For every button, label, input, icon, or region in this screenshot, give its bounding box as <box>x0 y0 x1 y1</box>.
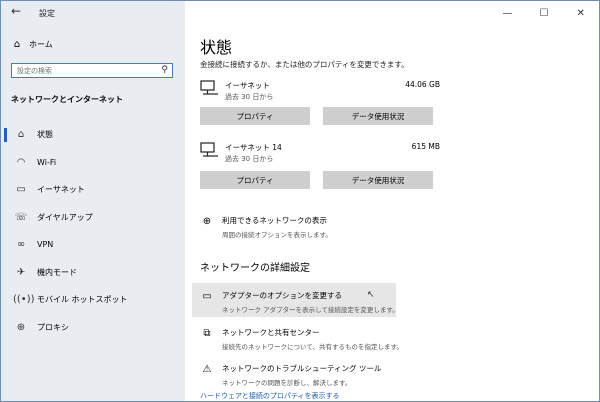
vpn-icon: ∞ <box>16 239 26 251</box>
home-label: ホーム <box>29 40 53 49</box>
connection-period: 過去 30 日から <box>225 155 274 163</box>
network-globe-icon: ⊕ <box>202 216 212 227</box>
sharing-center-link[interactable]: ⧉ ネットワークと共有センター 接続先のネットワークについて、共有するものを指定… <box>200 327 403 351</box>
app-title: 設定 <box>39 9 55 18</box>
connection-size: 44.06 GB <box>405 80 440 89</box>
sharing-center-icon: ⧉ <box>203 328 211 339</box>
connection-period: 過去 30 日から <box>225 93 274 101</box>
data-usage-button[interactable]: データ使用状況 <box>323 107 433 125</box>
globe-icon: ⊕ <box>16 321 26 333</box>
main-content: — ☐ ✕ 状態 金接続に接続するか、または他のプロパティを変更できます。 イー… <box>186 1 599 401</box>
link-desc: ネットワーク アダプターを表示して接続設定を変更します。 <box>222 306 399 314</box>
nav-home[interactable]: ⌂ ホーム <box>11 39 53 50</box>
back-arrow-icon[interactable]: ← <box>11 4 21 18</box>
connection-size: 615 MB <box>411 142 440 151</box>
troubleshooter-link[interactable]: ⚠ ネットワークのトラブルシューティング ツール ネットワークの問題を診断し、解… <box>200 363 382 387</box>
link-desc: 接続先のネットワークについて、共有するものを指定します。 <box>222 343 403 351</box>
sidebar: ← 設定 ⌂ ホーム ⚲ ネットワークとインターネット ⌂ 状態 ◠ Wi-Fi… <box>1 1 185 401</box>
sidebar-item-wifi[interactable]: ◠ Wi-Fi <box>1 149 185 177</box>
minimize-button[interactable]: — <box>492 8 522 19</box>
hotspot-icon: ((•)) <box>13 294 35 306</box>
maximize-button[interactable]: ☐ <box>529 8 559 19</box>
home-icon: ⌂ <box>17 129 25 141</box>
sidebar-item-label: ダイヤルアップ <box>37 212 93 222</box>
ethernet-icon: ▭ <box>16 184 26 196</box>
available-networks-link[interactable]: ⊕ 利用できるネットワークの表示 周囲の接続オプションを表示します。 <box>200 215 332 239</box>
search-input[interactable] <box>12 64 147 77</box>
dialup-icon: ☏ <box>14 211 28 223</box>
sidebar-item-label: Wi-Fi <box>37 157 57 167</box>
close-button[interactable]: ✕ <box>566 8 596 19</box>
sidebar-item-label: プロキシ <box>37 322 69 332</box>
hardware-properties-link[interactable]: ハードウェアと接続のプロパティを表示する <box>200 391 339 401</box>
search-box[interactable]: ⚲ <box>11 63 173 78</box>
ethernet-device-icon <box>200 142 218 157</box>
page-subtitle: 金接続に接続するか、または他のプロパティを変更できます。 <box>200 60 409 69</box>
sidebar-item-label: イーサネット <box>37 185 85 195</box>
link-desc: ネットワークの問題を診断し、解決します。 <box>222 379 352 387</box>
sidebar-item-airplane[interactable]: ✈ 機内モード <box>1 259 185 287</box>
link-desc: 周囲の接続オプションを表示します。 <box>222 231 332 239</box>
sidebar-item-status[interactable]: ⌂ 状態 <box>1 121 185 149</box>
airplane-icon: ✈ <box>16 266 26 278</box>
sidebar-item-vpn[interactable]: ∞ VPN <box>1 231 185 259</box>
sidebar-item-label: 機内モード <box>37 267 77 277</box>
page-title: 状態 <box>200 38 233 57</box>
adapter-icon: ▭ <box>202 291 212 302</box>
mouse-cursor-icon: ↖ <box>367 290 375 300</box>
link-title: ネットワークのトラブルシューティング ツール <box>222 364 382 373</box>
connection-name: イーサネット <box>225 81 270 90</box>
ethernet-device-icon <box>200 80 218 95</box>
sidebar-item-label: VPN <box>37 240 54 250</box>
link-title: 利用できるネットワークの表示 <box>222 216 327 225</box>
sidebar-item-label: 状態 <box>37 130 53 140</box>
section-title: ネットワークとインターネット <box>11 95 123 104</box>
titlebar-left: ← 設定 <box>1 1 185 25</box>
sidebar-item-dialup[interactable]: ☏ ダイヤルアップ <box>1 204 185 232</box>
warning-icon: ⚠ <box>202 364 212 375</box>
properties-button[interactable]: プロパティ <box>200 171 310 189</box>
nav-list: ⌂ 状態 ◠ Wi-Fi ▭ イーサネット ☏ ダイヤルアップ ∞ VPN ✈ … <box>1 121 185 341</box>
sidebar-item-proxy[interactable]: ⊕ プロキシ <box>1 314 185 342</box>
settings-window: ← 設定 ⌂ ホーム ⚲ ネットワークとインターネット ⌂ 状態 ◠ Wi-Fi… <box>0 0 600 402</box>
home-icon: ⌂ <box>13 39 21 50</box>
advanced-settings-heading: ネットワークの詳細設定 <box>200 263 310 274</box>
connection-name: イーサネット 14 <box>225 143 282 152</box>
window-controls: — ☐ ✕ <box>489 1 599 25</box>
sidebar-item-ethernet[interactable]: ▭ イーサネット <box>1 176 185 204</box>
properties-button[interactable]: プロパティ <box>200 107 310 125</box>
link-title: ネットワークと共有センター <box>222 328 320 337</box>
sidebar-item-hotspot[interactable]: ((•)) モバイル ホットスポット <box>1 286 185 314</box>
wifi-icon: ◠ <box>16 156 26 168</box>
data-usage-button[interactable]: データ使用状況 <box>323 171 433 189</box>
search-icon[interactable]: ⚲ <box>161 65 168 75</box>
sidebar-item-label: モバイル ホットスポット <box>37 295 128 305</box>
